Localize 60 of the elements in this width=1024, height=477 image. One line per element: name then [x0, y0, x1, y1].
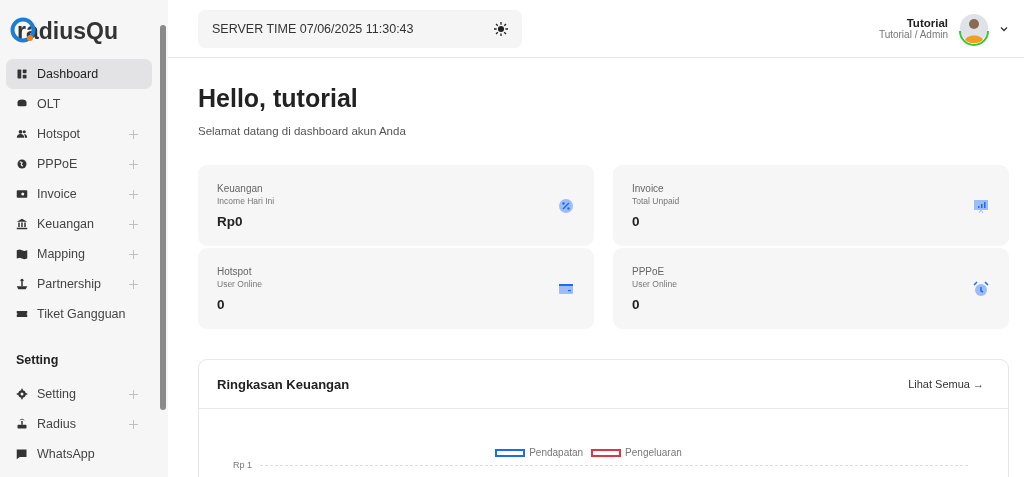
globe-icon — [16, 158, 28, 170]
user-name: Tutorial — [905, 17, 948, 29]
page-subtitle: Selamat datang di dashboard akun Anda — [198, 125, 407, 137]
sidebar-item[interactable]: Setting — [6, 379, 152, 409]
sidebar-item[interactable]: Partnership — [6, 269, 152, 299]
legend-label: Pengeluaran — [625, 447, 682, 458]
server-time: SERVER TIME 07/06/2025 11:30:43 — [212, 21, 414, 36]
sidebar-item[interactable]: Mapping — [6, 239, 152, 269]
bank-icon — [16, 218, 28, 230]
router-icon — [16, 418, 28, 430]
map-icon — [16, 248, 28, 260]
chevron-down-icon[interactable] — [1000, 24, 1008, 33]
plus-icon — [129, 249, 138, 259]
percent-icon — [558, 197, 574, 214]
stat-value: 0 — [217, 296, 226, 312]
user-role: Tutorial / Admin — [878, 29, 948, 40]
stat-value: Rp0 — [217, 213, 244, 229]
stat-subtitle: Total Unpaid — [632, 195, 680, 206]
sidebar-item[interactable]: Hotspot — [6, 119, 152, 149]
stat-title: PPPoE — [632, 265, 666, 277]
stat-title: Invoice — [632, 182, 665, 194]
stat-value: 0 — [632, 213, 641, 229]
figure-icon — [16, 278, 28, 290]
stat-subtitle: User Online — [217, 278, 262, 289]
plus-icon — [129, 279, 138, 289]
page-title: Hello, tutorial — [198, 84, 359, 113]
scrollbar[interactable] — [158, 0, 168, 477]
legend-label: Pendapatan — [529, 447, 584, 458]
stat-value: 0 — [632, 296, 641, 312]
plus-icon — [129, 419, 138, 429]
stat-subtitle: Income Hari Ini — [217, 195, 275, 206]
ticket-icon — [16, 308, 28, 320]
sidebar-item[interactable]: OLT — [6, 89, 152, 119]
plus-icon — [129, 389, 138, 399]
sidebar-item[interactable]: Tiket Gangguan — [6, 299, 152, 329]
chart-board-icon — [973, 197, 989, 214]
alarm-clock-icon — [973, 280, 989, 297]
card-title: Ringkasan Keuangan — [217, 376, 350, 392]
axis-label: Rp 1 — [233, 460, 252, 470]
sidebar-item[interactable]: Radius — [6, 409, 152, 439]
sidebar-item[interactable]: Dashboard — [6, 59, 152, 89]
sun-icon[interactable] — [493, 21, 508, 36]
view-all-link[interactable]: Lihat Semua → — [908, 378, 984, 390]
stat-subtitle: User Online — [632, 278, 677, 289]
users-icon — [16, 128, 28, 140]
chat-icon — [16, 448, 28, 460]
sidebar-item[interactable]: WhatsApp — [6, 439, 152, 469]
plus-icon — [129, 219, 138, 229]
settings-icon — [16, 388, 28, 400]
sidebar-item[interactable]: Invoice — [6, 179, 152, 209]
plus-icon — [129, 129, 138, 139]
stat-title: Keuangan — [217, 182, 264, 194]
banknote-icon — [16, 188, 28, 200]
sidebar-item[interactable]: PPPoE — [6, 149, 152, 179]
plus-icon — [129, 189, 138, 199]
section-heading: Setting — [15, 352, 60, 369]
layout-icon — [16, 68, 28, 80]
stat-title: Hotspot — [217, 265, 253, 277]
sidebar-item[interactable]: Keuangan — [6, 209, 152, 239]
plus-icon — [129, 159, 138, 169]
